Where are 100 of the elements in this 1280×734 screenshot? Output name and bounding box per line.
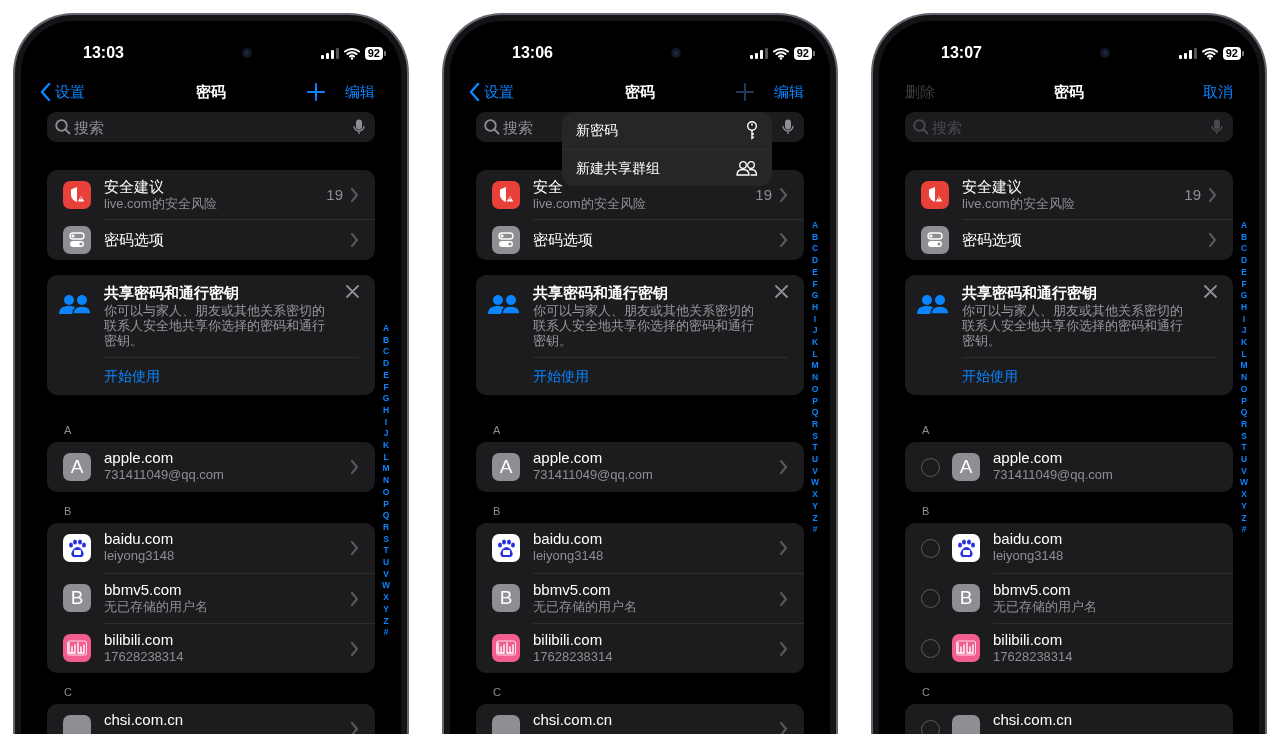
close-icon[interactable] <box>775 285 788 298</box>
index-letter[interactable]: A <box>382 323 390 335</box>
index-letter[interactable]: M <box>382 463 390 476</box>
password-row[interactable]: bilibili.com 17628238314 <box>47 623 375 673</box>
index-letter[interactable]: C <box>811 243 819 256</box>
index-letter[interactable]: H <box>1240 301 1248 314</box>
index-letter[interactable]: V <box>1241 465 1247 478</box>
index-letter[interactable]: R <box>811 418 819 431</box>
index-letter[interactable]: # <box>1241 524 1247 536</box>
index-letter[interactable]: M <box>811 360 819 373</box>
index-letter[interactable]: # <box>383 627 389 639</box>
index-letter[interactable]: L <box>1241 348 1247 361</box>
index-letter[interactable]: X <box>383 592 389 604</box>
index-letter[interactable]: P <box>1241 395 1247 408</box>
index-letter[interactable]: L <box>383 451 389 464</box>
index-letter[interactable]: S <box>383 533 389 546</box>
index-letter[interactable]: U <box>1240 454 1248 466</box>
index-letter[interactable]: I <box>813 313 817 326</box>
index-letter[interactable]: N <box>1240 372 1248 384</box>
nav-action-link[interactable]: 编辑 <box>345 80 375 104</box>
get-started-link[interactable]: 开始使用 <box>962 358 1018 395</box>
index-letter[interactable]: Z <box>1241 512 1247 525</box>
index-letter[interactable]: C <box>382 346 390 359</box>
nav-action-link[interactable]: 编辑 <box>774 80 804 104</box>
index-letter[interactable]: W <box>1240 477 1248 490</box>
index-letter[interactable]: E <box>1241 266 1247 279</box>
index-letter[interactable]: G <box>811 290 819 302</box>
password-row[interactable]: bilibili.com 17628238314 <box>476 623 804 673</box>
index-letter[interactable]: W <box>811 477 819 490</box>
settings-row[interactable]: 安全建议 live.com的安全风险 19 <box>47 170 375 219</box>
index-letter[interactable]: Z <box>383 615 389 628</box>
index-letter[interactable]: D <box>382 358 390 370</box>
index-letter[interactable]: Y <box>812 500 818 513</box>
index-letter[interactable]: E <box>812 266 818 279</box>
index-letter[interactable]: P <box>812 395 818 408</box>
index-letter[interactable]: S <box>812 430 818 443</box>
index-letter[interactable]: F <box>812 278 818 291</box>
index-letter[interactable]: L <box>812 348 818 361</box>
index-letter[interactable]: Y <box>383 603 389 616</box>
password-row[interactable]: B bbmv5.com 无已存储的用户名 <box>905 573 1233 623</box>
index-letter[interactable]: X <box>1241 489 1247 501</box>
index-letter[interactable]: Y <box>1241 500 1247 513</box>
index-letter[interactable]: B <box>811 231 819 244</box>
password-row[interactable]: B bbmv5.com 无已存储的用户名 <box>476 573 804 623</box>
index-letter[interactable]: J <box>1241 325 1247 338</box>
password-row[interactable]: B bbmv5.com 无已存储的用户名 <box>47 573 375 623</box>
index-letter[interactable]: Q <box>1240 407 1248 419</box>
password-row[interactable]: chsi.com.cn <box>47 704 375 734</box>
close-icon[interactable] <box>346 285 359 298</box>
password-row[interactable]: chsi.com.cn <box>476 704 804 734</box>
settings-row[interactable]: 安全建议 live.com的安全风险 19 <box>905 170 1233 219</box>
back-link[interactable]: 设置 <box>469 80 514 104</box>
index-letter[interactable]: H <box>382 404 390 417</box>
password-row[interactable]: baidu.com leiyong3148 <box>47 523 375 573</box>
index-letter[interactable]: U <box>382 557 390 569</box>
index-letter[interactable]: C <box>1240 243 1248 256</box>
index-letter[interactable]: D <box>1240 255 1248 267</box>
index-letter[interactable]: G <box>382 393 390 405</box>
password-row[interactable]: baidu.com leiyong3148 <box>905 523 1233 573</box>
index-letter[interactable]: U <box>811 454 819 466</box>
password-row[interactable]: A apple.com 731411049@qq.com <box>905 442 1233 492</box>
search-field[interactable]: 搜索 <box>47 112 375 142</box>
index-letter[interactable]: O <box>811 383 819 396</box>
index-letter[interactable]: F <box>1241 278 1247 291</box>
back-link[interactable]: 设置 <box>40 80 85 104</box>
index-letter[interactable]: J <box>383 428 389 441</box>
password-row[interactable]: A apple.com 731411049@qq.com <box>476 442 804 492</box>
index-letter[interactable]: # <box>812 524 818 536</box>
index-letter[interactable]: Q <box>382 510 390 522</box>
index-letter[interactable]: Q <box>811 407 819 419</box>
index-letter[interactable]: K <box>382 440 390 452</box>
menu-item[interactable]: 新建共享群组 <box>562 149 772 186</box>
settings-row[interactable]: 密码选项 <box>476 219 804 260</box>
password-row[interactable]: A apple.com 731411049@qq.com <box>47 442 375 492</box>
index-letter[interactable]: X <box>812 489 818 501</box>
microphone-icon[interactable] <box>782 119 794 135</box>
index-letter[interactable]: S <box>1241 430 1247 443</box>
add-icon[interactable] <box>307 83 325 101</box>
index-letter[interactable]: F <box>383 381 389 394</box>
index-letter[interactable]: K <box>1240 337 1248 349</box>
index-letter[interactable]: B <box>1240 231 1248 244</box>
index-letter[interactable]: K <box>811 337 819 349</box>
index-letter[interactable]: Z <box>812 512 818 525</box>
index-letter[interactable]: G <box>1240 290 1248 302</box>
settings-row[interactable]: 密码选项 <box>47 219 375 260</box>
index-letter[interactable]: I <box>1242 313 1246 326</box>
index-letter[interactable]: H <box>811 301 819 314</box>
index-letter[interactable]: T <box>812 442 818 455</box>
close-icon[interactable] <box>1204 285 1217 298</box>
index-letter[interactable]: T <box>383 545 389 558</box>
index-letter[interactable]: R <box>1240 418 1248 431</box>
index-letter[interactable]: P <box>383 498 389 511</box>
index-letter[interactable]: O <box>382 486 390 499</box>
index-letter[interactable]: O <box>1240 383 1248 396</box>
index-letter[interactable]: N <box>382 475 390 487</box>
index-letter[interactable]: J <box>812 325 818 338</box>
index-letter[interactable]: E <box>383 369 389 382</box>
index-letter[interactable]: D <box>811 255 819 267</box>
index-letter[interactable]: N <box>811 372 819 384</box>
index-letter[interactable]: I <box>384 416 388 429</box>
